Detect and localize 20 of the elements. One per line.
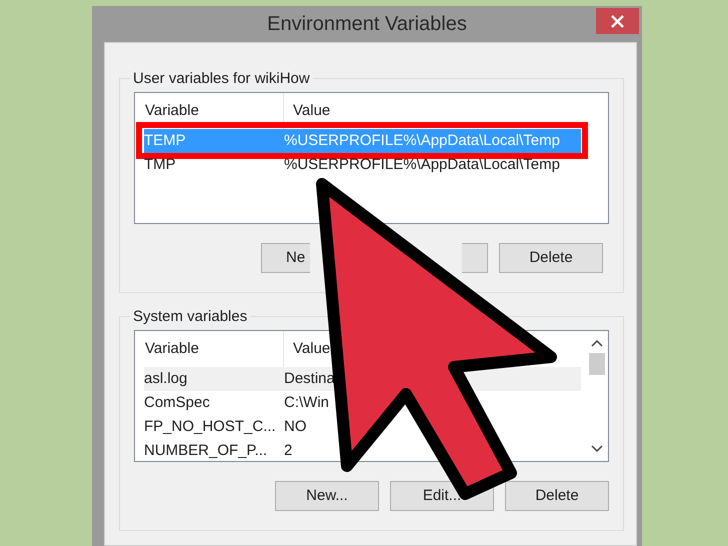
scroll-thumb[interactable]: [589, 353, 605, 375]
dialog-button[interactable]: Ne: [261, 243, 310, 273]
scroll-up-icon[interactable]: [591, 339, 603, 347]
column-header[interactable]: Value: [293, 340, 330, 357]
window-title: Environment Variables: [267, 12, 467, 37]
column-header[interactable]: Variable: [145, 100, 199, 122]
list-row[interactable]: NUMBER_OF_P... 2: [144, 439, 581, 463]
dialog-button[interactable]: New...: [275, 481, 379, 511]
column-header[interactable]: Variable: [145, 338, 199, 360]
group-label: System variables: [132, 307, 248, 326]
close-icon: [611, 14, 624, 28]
list-row[interactable]: FP_NO_HOST_C... NO: [144, 415, 581, 439]
dialog-button[interactable]: Delete: [499, 243, 603, 273]
dialog-button[interactable]: Delete: [505, 481, 609, 511]
scroll-down-icon[interactable]: [591, 445, 603, 453]
close-button[interactable]: [596, 8, 639, 34]
list-row[interactable]: ComSpec C:\Win: [144, 391, 581, 415]
group-label: User variables for wikiHow: [132, 69, 311, 88]
column-header[interactable]: Value: [293, 102, 330, 119]
list-row[interactable]: TMP %USERPROFILE%\AppData\Local\Temp: [144, 153, 581, 177]
